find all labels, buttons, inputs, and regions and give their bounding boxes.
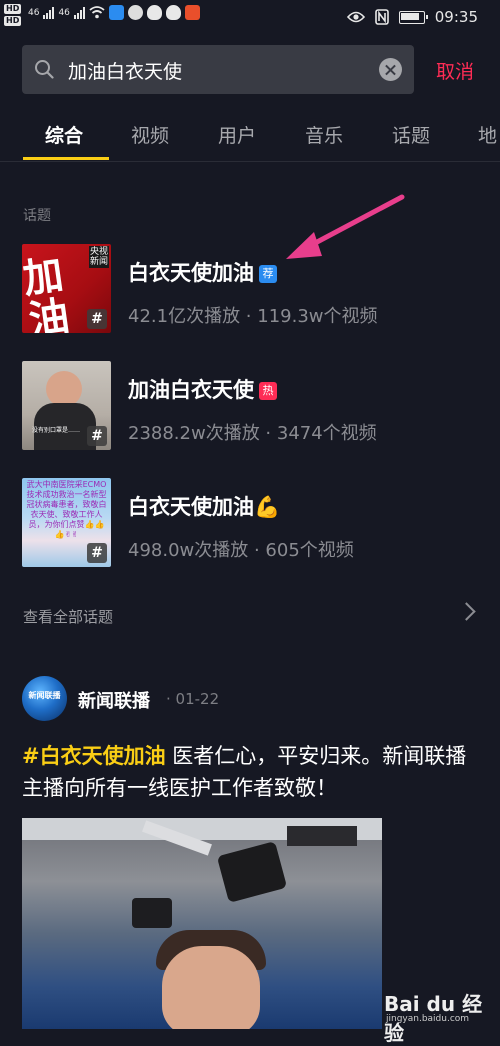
- recommended-badge: 荐: [259, 265, 277, 283]
- eye-icon: [346, 11, 365, 23]
- topic-thumbnail: 武大中南医院采ECMO技术成功救治一名新型冠状病毒患者，致敬白衣天使、致敬工作人…: [22, 478, 111, 567]
- topic-stats: 42.1亿次播放 · 119.3w个视频: [128, 306, 378, 327]
- post-date: · 01-22: [166, 690, 220, 708]
- divider: [0, 161, 500, 162]
- network-type: 46: [28, 7, 40, 18]
- app-notification-icon: [108, 5, 124, 20]
- annotation-arrow-icon: [286, 194, 405, 259]
- hd-indicators: HD HD: [4, 4, 22, 26]
- active-tab-indicator: [23, 157, 109, 160]
- chevron-right-icon[interactable]: [457, 602, 476, 621]
- battery-icon: [398, 10, 428, 24]
- avatar-logo-text: 新闻联播: [28, 691, 61, 700]
- post-hashtag-link[interactable]: #白衣天使加油: [22, 744, 166, 768]
- post-description: #白衣天使加油 医者仁心，平安归来。新闻联播主播向所有一线医护工作者致敬！: [22, 740, 478, 804]
- studio-light: [216, 841, 288, 903]
- studio-light: [132, 898, 172, 928]
- search-result-tabs: 综合 视频 用户 音乐 话题 地: [0, 108, 500, 164]
- hashtag-icon: #: [87, 543, 107, 563]
- tab-videos[interactable]: 视频: [131, 121, 169, 148]
- topic-item[interactable]: 武大中南医院采ECMO技术成功救治一名新型冠状病毒患者，致敬白衣天使、致敬工作人…: [22, 478, 482, 568]
- search-query[interactable]: 加油白衣天使: [68, 57, 182, 84]
- clock: 09:35: [434, 8, 478, 26]
- topic-stats: 2388.2w次播放 · 3474个视频: [128, 423, 377, 444]
- topic-item[interactable]: 加油 央视新闻 # 白衣天使加油荐 42.1亿次播放 · 119.3w个视频: [22, 244, 482, 334]
- watermark-url: jingyan.baidu.com: [386, 1014, 470, 1024]
- topic-thumbnail: 没有别口罩是…… #: [22, 361, 111, 450]
- anchor-face: [162, 946, 260, 1029]
- cctv-news-logo: 央视新闻: [89, 246, 109, 268]
- thumb-text: 武大中南医院采ECMO技术成功救治一名新型冠状病毒患者，致敬白衣天使、致敬工作人…: [26, 480, 107, 539]
- tab-locations[interactable]: 地: [478, 121, 497, 148]
- clear-search-icon[interactable]: [379, 58, 402, 81]
- video-app-icon: [184, 5, 200, 20]
- cancel-button[interactable]: 取消: [436, 57, 474, 84]
- status-bar: HD HD 46 46 09:35: [0, 0, 500, 36]
- hd-badge: HD: [4, 16, 22, 26]
- topic-title: 白衣天使加油: [128, 261, 254, 285]
- view-all-topics-link[interactable]: 查看全部话题: [23, 606, 113, 627]
- topic-stats: 498.0w次播放 · 605个视频: [128, 540, 354, 561]
- studio-light: [287, 826, 357, 846]
- section-label-topics: 话题: [23, 208, 51, 224]
- signal-icon: [73, 6, 85, 19]
- wifi-icon: [89, 6, 105, 19]
- hot-badge: 热: [259, 382, 277, 400]
- topic-title: 白衣天使加油💪: [128, 495, 281, 519]
- topic-thumbnail: 加油 央视新闻 #: [22, 244, 111, 333]
- app-notification-icon: [127, 5, 143, 20]
- qq-icon: [165, 5, 181, 20]
- video-thumbnail[interactable]: [22, 818, 382, 1029]
- network-type: 46: [58, 7, 70, 18]
- hashtag-icon: #: [87, 309, 107, 329]
- tab-users[interactable]: 用户: [218, 121, 256, 148]
- signal-icon: [43, 6, 55, 19]
- topic-item[interactable]: 没有别口罩是…… # 加油白衣天使热 2388.2w次播放 · 3474个视频: [22, 361, 482, 451]
- person-face: [46, 371, 82, 407]
- hd-badge: HD: [4, 4, 22, 14]
- search-icon: [35, 60, 54, 79]
- author-name[interactable]: 新闻联播: [78, 687, 150, 713]
- avatar[interactable]: 新闻联播: [22, 676, 67, 721]
- hashtag-icon: #: [87, 426, 107, 446]
- tab-topics[interactable]: 话题: [392, 121, 430, 148]
- search-input[interactable]: 加油白衣天使: [22, 45, 414, 94]
- topic-title: 加油白衣天使: [128, 378, 254, 402]
- tab-music[interactable]: 音乐: [305, 121, 343, 148]
- nfc-icon: [374, 9, 389, 25]
- qq-icon: [146, 5, 162, 20]
- tab-comprehensive[interactable]: 综合: [45, 121, 83, 148]
- video-caption: 没有别口罩是……: [32, 427, 81, 434]
